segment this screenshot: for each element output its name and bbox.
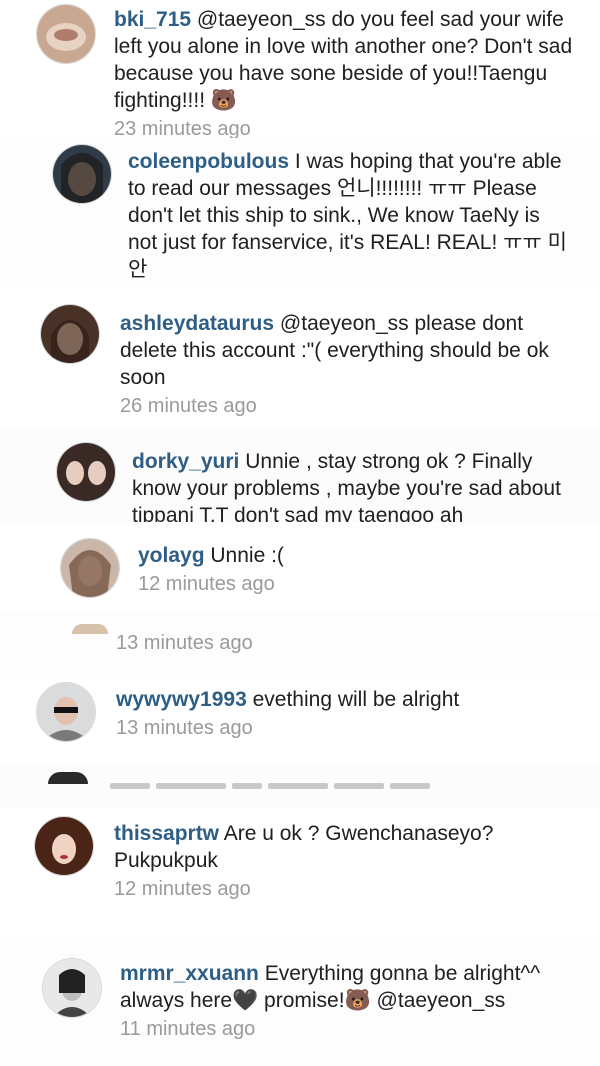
- comment-body: wywywy1993 evething will be alright 13 m…: [116, 686, 576, 742]
- avatar[interactable]: [40, 304, 100, 364]
- comment-body: thissaprtw Are u ok ? Gwenchanaseyo? Puk…: [114, 820, 574, 903]
- comment-username[interactable]: thissaprtw: [114, 822, 219, 845]
- comment-time: 11 minutes ago: [120, 1018, 256, 1040]
- comment-body: 13 minutes ago: [116, 628, 546, 657]
- comment-time: 13 minutes ago: [116, 717, 253, 739]
- avatar[interactable]: [60, 538, 120, 598]
- avatar[interactable]: [52, 144, 112, 204]
- avatar[interactable]: [36, 682, 96, 742]
- comment-time: 12 minutes ago: [138, 573, 275, 595]
- comment-strip: 13 minutes ago: [0, 612, 600, 674]
- comment-username[interactable]: mrmr_xxuann: [120, 962, 259, 985]
- comment-username[interactable]: ashleydataurus: [120, 312, 274, 335]
- comment-strip: [0, 766, 600, 808]
- comment-username[interactable]: dorky_yuri: [132, 450, 239, 473]
- comment-username[interactable]: yolayg: [138, 544, 205, 567]
- comment-strip: bki_715 @taeyeon_ss do you feel sad your…: [0, 0, 600, 138]
- avatar[interactable]: [34, 816, 94, 876]
- comment-strip: ashleydataurus @taeyeon_ss please dont d…: [0, 288, 600, 430]
- comment-username[interactable]: bki_715: [114, 8, 191, 31]
- comment-strip: wywywy1993 evething will be alright 13 m…: [0, 674, 600, 766]
- comment-strip: thissaprtw Are u ok ? Gwenchanaseyo? Puk…: [0, 808, 600, 938]
- avatar[interactable]: [36, 4, 96, 64]
- comment-strip: dorky_yuri Unnie , stay strong ok ? Fina…: [0, 430, 600, 522]
- comment-strip: yolayg Unnie :( 12 minutes ago: [0, 522, 600, 612]
- comment-strip: mrmr_xxuann Everything gonna be alright^…: [0, 938, 600, 1066]
- comment-body: dorky_yuri Unnie , stay strong ok ? Fina…: [132, 448, 572, 522]
- comment-body: bki_715 @taeyeon_ss do you feel sad your…: [114, 6, 584, 138]
- comment-time: 26 minutes ago: [120, 395, 257, 417]
- comment-body: mrmr_xxuann Everything gonna be alright^…: [120, 960, 560, 1043]
- comment-body: yolayg Unnie :( 12 minutes ago: [138, 542, 568, 598]
- cropped-text: [110, 776, 470, 789]
- avatar[interactable]: [42, 958, 102, 1018]
- comment-username[interactable]: wywywy1993: [116, 688, 247, 711]
- comment-username[interactable]: coleenpobulous: [128, 150, 289, 173]
- comment-time: 23 minutes ago: [114, 118, 251, 138]
- avatar: [72, 624, 108, 634]
- avatar[interactable]: [56, 442, 116, 502]
- comment-text: evething will be alright: [252, 688, 460, 711]
- comment-time: 12 minutes ago: [114, 878, 251, 900]
- comment-time: 13 minutes ago: [116, 632, 253, 654]
- comment-body: coleenpobulous I was hoping that you're …: [128, 148, 568, 283]
- comment-text: Unnie :(: [210, 544, 284, 567]
- comment-body: ashleydataurus @taeyeon_ss please dont d…: [120, 310, 570, 420]
- comment-strip: coleenpobulous I was hoping that you're …: [0, 138, 600, 288]
- avatar: [48, 772, 88, 784]
